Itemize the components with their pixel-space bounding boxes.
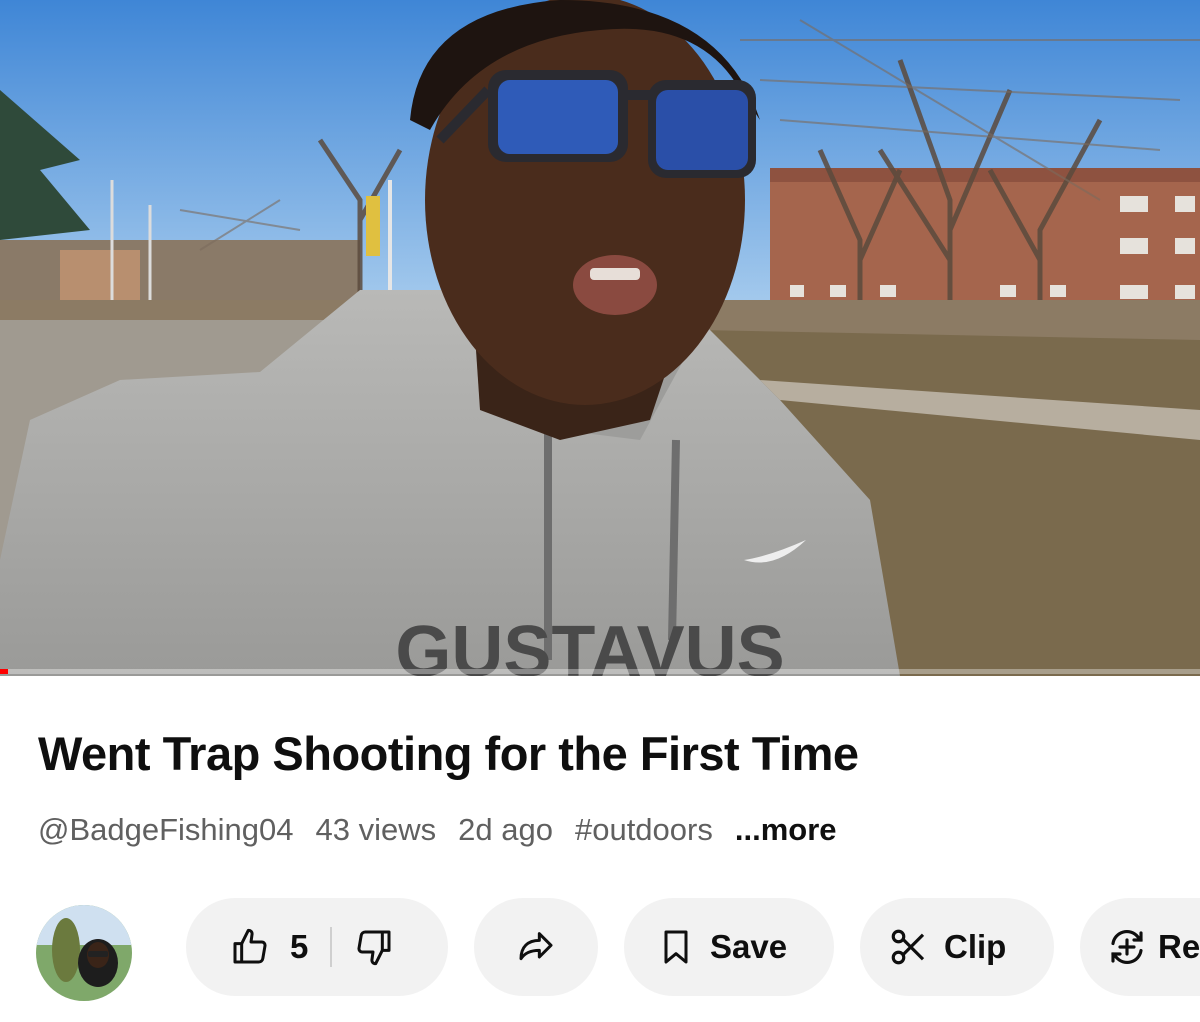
- thumbs-down-icon[interactable]: [354, 927, 394, 967]
- avatar-image: [36, 905, 132, 1001]
- save-label: Save: [710, 928, 788, 965]
- like-count[interactable]: 5: [290, 928, 308, 966]
- view-count: 43 views: [315, 812, 437, 847]
- clip-button[interactable]: Clip: [860, 898, 1054, 996]
- bookmark-icon: [656, 927, 696, 967]
- video-player[interactable]: GUSTAVUS: [0, 0, 1200, 676]
- thumbs-up-icon[interactable]: [230, 927, 270, 967]
- more-button[interactable]: ...more: [735, 812, 837, 848]
- channel-avatar[interactable]: [36, 905, 132, 1001]
- channel-handle[interactable]: @BadgeFishing04: [38, 812, 294, 848]
- video-progress-bar[interactable]: [0, 669, 1200, 674]
- like-divider: [330, 927, 333, 967]
- hashtag-link[interactable]: #outdoors: [575, 812, 713, 848]
- like-dislike-group: 5: [186, 898, 448, 996]
- scissors-icon: [888, 926, 930, 968]
- video-title: Went Trap Shooting for the First Time: [38, 727, 859, 780]
- remix-button[interactable]: Re: [1080, 898, 1200, 996]
- remix-label: Re: [1158, 928, 1200, 965]
- share-icon: [516, 927, 556, 967]
- clip-label: Clip: [944, 928, 1007, 965]
- upload-age: 2d ago: [458, 812, 553, 847]
- remix-icon: [1106, 926, 1148, 968]
- video-progress-fill: [0, 669, 9, 674]
- hoodie-print: GUSTAVUS: [395, 612, 784, 676]
- video-metadata-row[interactable]: @BadgeFishing04 43 views 2d ago #outdoor…: [38, 812, 837, 848]
- share-button[interactable]: [474, 898, 598, 996]
- video-frame: GUSTAVUS: [0, 0, 1200, 676]
- save-button[interactable]: Save: [624, 898, 834, 996]
